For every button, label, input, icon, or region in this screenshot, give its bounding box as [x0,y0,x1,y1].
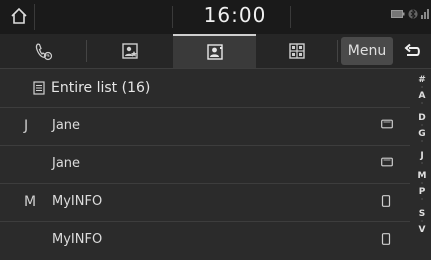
tablet-icon [381,157,393,167]
back-arrow-icon [404,43,420,56]
list-header[interactable]: Entire list (16) [0,69,410,108]
tab-recent-calls[interactable] [0,34,86,68]
status-icons [391,8,429,20]
home-button[interactable] [4,2,34,30]
alpha-index-dot: · [420,137,424,146]
contacts-icon [206,44,223,60]
alpha-index-dot: · [420,195,424,204]
tab-keypad[interactable] [257,34,337,68]
home-icon [11,7,27,24]
phone-contacts-screen: 16:00 Menu Entire list (16) J Jane Jane … [0,0,431,260]
index-letter: M [24,194,37,210]
tab-contacts[interactable] [173,34,256,68]
call-log-icon [35,43,53,61]
tab-favourites[interactable] [87,34,173,68]
alpha-index-letter[interactable]: V [419,225,426,235]
alpha-index-dot: · [420,99,424,108]
favourites-icon [122,43,138,59]
phone-icon [381,195,391,207]
divider [172,6,173,28]
status-bar: 16:00 [0,0,431,34]
divider [34,4,35,30]
contact-name: MyINFO [52,232,103,247]
divider [290,6,291,28]
signal-icon [421,9,429,19]
phone-icon [381,233,391,245]
clock: 16:00 [203,3,267,27]
tab-bar: Menu [0,34,431,69]
index-letter: J [24,118,29,134]
contact-name: Jane [52,118,81,133]
divider [337,40,338,62]
menu-button[interactable]: Menu [341,37,393,65]
contact-row[interactable]: J Jane [0,108,410,146]
contact-row[interactable]: M MyINFO [0,184,410,222]
battery-icon [391,10,405,18]
contact-row[interactable]: MyINFO [0,222,410,260]
contact-row[interactable]: Jane [0,146,410,184]
back-button[interactable] [396,37,428,65]
keypad-icon [289,43,305,59]
bluetooth-icon [408,8,418,20]
alphabet-index[interactable]: # · A · D · G · J · M · P · S · V [413,69,431,260]
contact-name: MyINFO [52,194,103,209]
tablet-icon [381,119,393,129]
alpha-index-dot: · [420,159,424,168]
list-icon [33,81,45,95]
contact-name: Jane [52,156,81,171]
list-title: Entire list (16) [51,80,151,96]
